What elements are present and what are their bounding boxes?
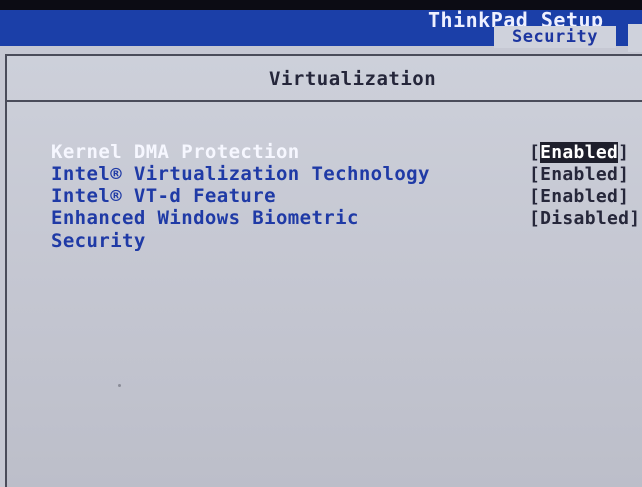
bracket-close: ] <box>618 142 630 163</box>
value-highlight: Enabled <box>540 142 619 163</box>
setting-label: Intel® VT-d Feature <box>51 185 276 207</box>
setting-row-kernel-dma-protection[interactable]: Kernel DMA Protection [Enabled] <box>7 142 642 163</box>
value-text: Enabled <box>540 164 619 185</box>
bracket-close: ] <box>629 208 641 229</box>
setting-row-intel-virtualization-technology[interactable]: Intel® Virtualization Technology [Enable… <box>7 163 642 186</box>
setting-value[interactable]: [Enabled] <box>529 186 629 207</box>
section-header: Virtualization <box>7 56 642 102</box>
section-title: Virtualization <box>269 68 437 90</box>
tab-bar-edge <box>628 24 642 52</box>
bracket-open: [ <box>529 142 541 163</box>
bracket-close: ] <box>618 164 630 185</box>
bracket-open: [ <box>529 208 541 229</box>
content-panel: Virtualization Kernel DMA Protection [En… <box>5 54 642 487</box>
bracket-open: [ <box>529 186 541 207</box>
setting-label: Intel® Virtualization Technology <box>51 163 430 185</box>
setting-value[interactable]: [Enabled] <box>529 164 629 185</box>
screen-speck <box>118 384 121 387</box>
value-text: Disabled <box>540 208 630 229</box>
setting-row-intel-vt-d-feature[interactable]: Intel® VT-d Feature [Enabled] <box>7 185 642 208</box>
setting-label: Enhanced Windows Biometric <box>51 207 359 229</box>
setting-row-enhanced-windows-biometric-security[interactable]: Enhanced Windows Biometric Security [Dis… <box>7 208 642 252</box>
tab-security[interactable]: Security <box>494 26 616 48</box>
bios-screen: ThinkPad Setup Security Virtualization K… <box>0 0 642 487</box>
value-text: Enabled <box>540 186 619 207</box>
setting-label: Kernel DMA Protection <box>51 141 300 163</box>
bracket-open: [ <box>529 164 541 185</box>
setting-value[interactable]: [Enabled] <box>529 142 629 163</box>
setting-label-line2: Security <box>51 230 146 252</box>
setting-value[interactable]: [Disabled] <box>529 208 640 229</box>
bracket-close: ] <box>618 186 630 207</box>
